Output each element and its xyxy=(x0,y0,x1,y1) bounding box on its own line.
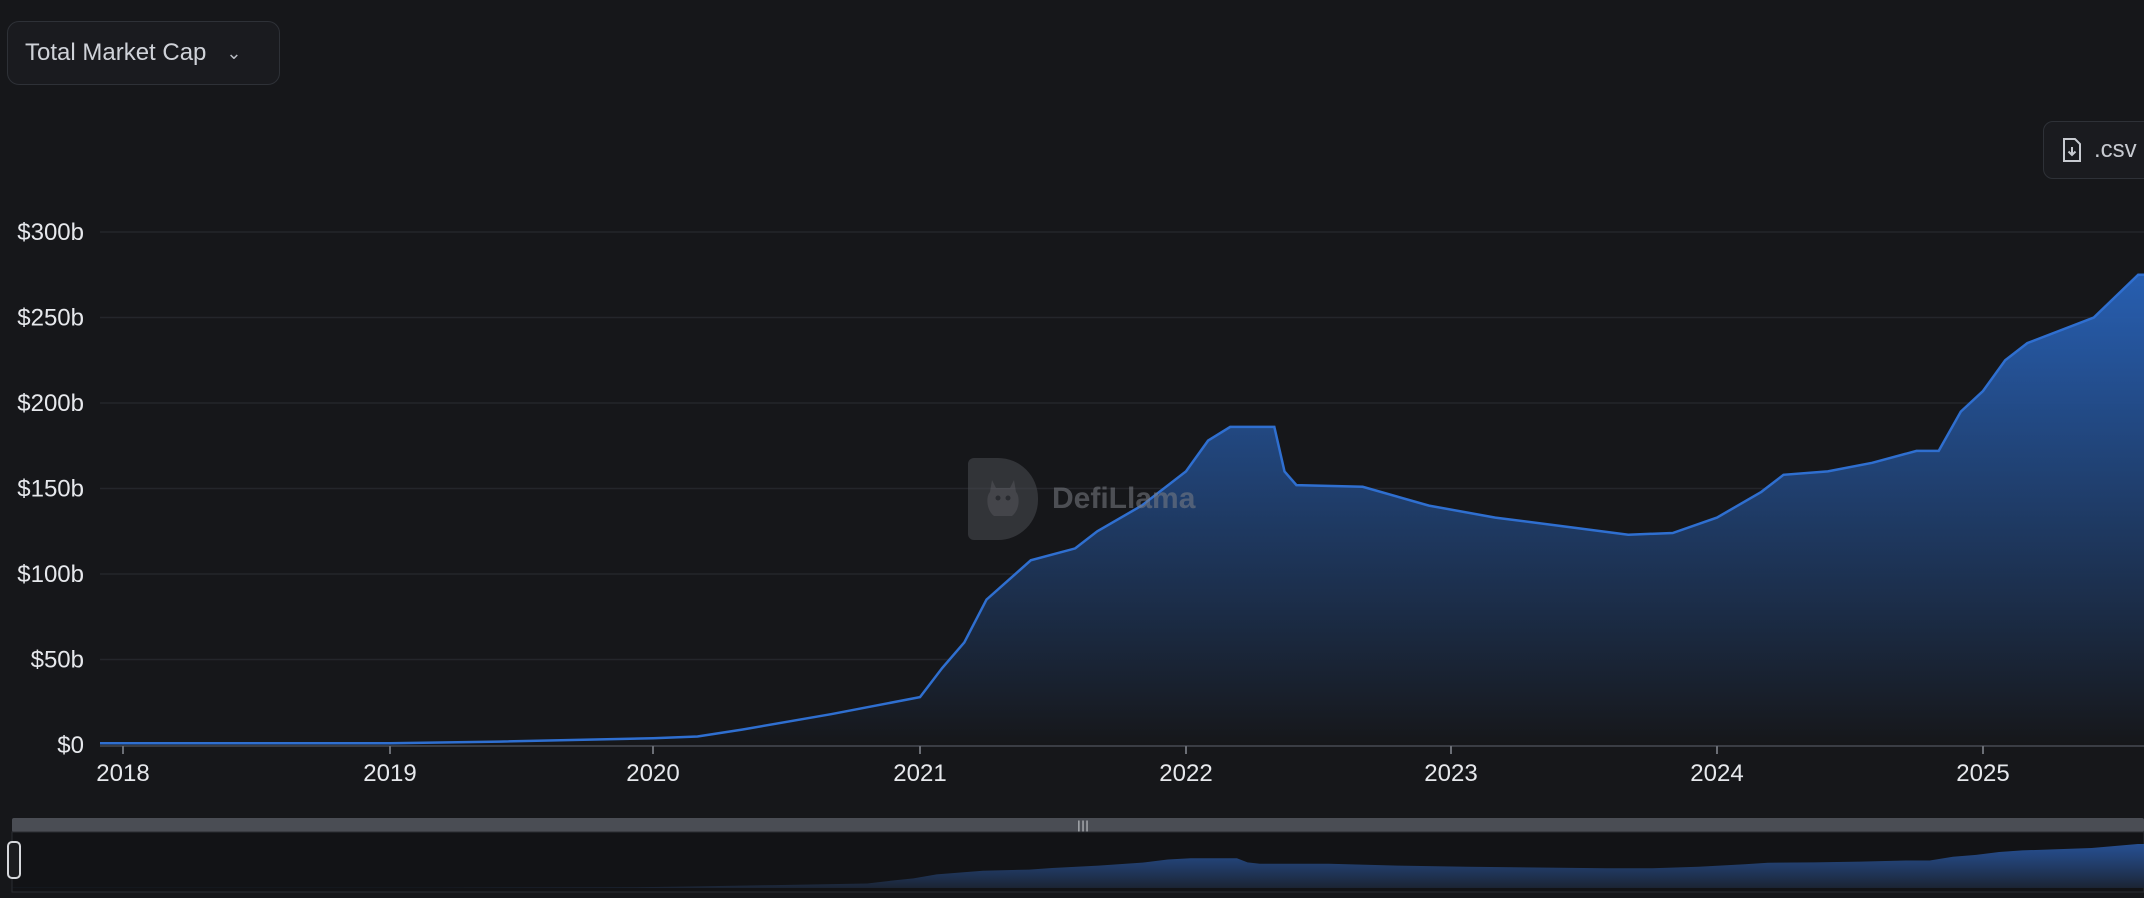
navigator-left-handle[interactable] xyxy=(7,841,21,879)
y-tick-label: $200b xyxy=(17,390,84,417)
y-tick-label: $100b xyxy=(17,561,84,588)
x-tick-label: 2023 xyxy=(1424,760,1477,787)
x-tick-label: 2018 xyxy=(96,760,149,787)
slider-grip-icon[interactable]: ||| xyxy=(1077,819,1089,833)
watermark: DefiLlama xyxy=(968,458,1195,540)
y-tick-label: $250b xyxy=(17,305,84,332)
x-tick-label: 2020 xyxy=(626,760,679,787)
market-cap-chart: $0 $50b $100b $150b $200b $250b $300b 2018 2019… xyxy=(7,219,2144,893)
x-tick-label: 2021 xyxy=(893,760,946,787)
llama-logo-icon xyxy=(968,458,1038,540)
y-tick-label: $150b xyxy=(17,476,84,503)
y-tick-label: $300b xyxy=(17,219,84,246)
x-tick-label: 2025 xyxy=(1956,760,2009,787)
y-tick-label: $50b xyxy=(31,647,84,674)
watermark-text: DefiLlama xyxy=(1052,482,1196,515)
x-tick-label: 2024 xyxy=(1690,760,1743,787)
x-tick-label: 2022 xyxy=(1159,760,1212,787)
x-tick-label: 2019 xyxy=(363,760,416,787)
y-tick-label: $0 xyxy=(57,732,84,759)
